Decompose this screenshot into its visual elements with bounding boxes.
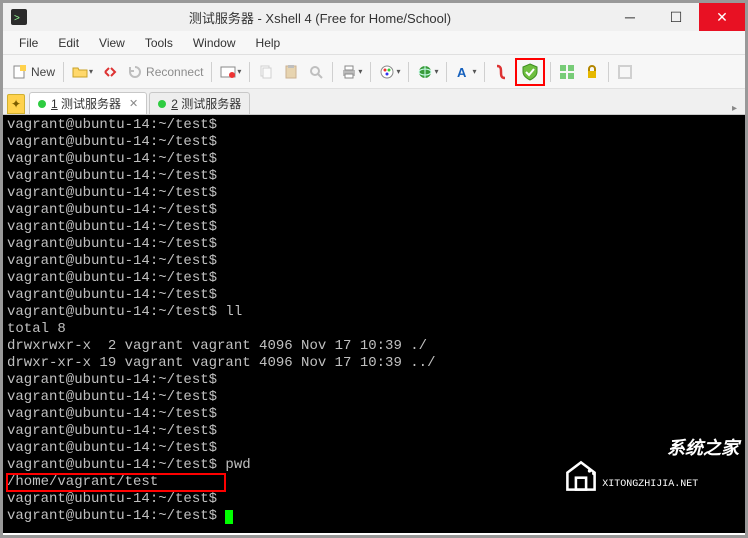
reconnect-icon bbox=[127, 64, 143, 80]
session-icon bbox=[220, 64, 236, 80]
folder-open-icon bbox=[72, 64, 88, 80]
open-button[interactable]: ▾ bbox=[69, 60, 96, 84]
disconnect-button[interactable] bbox=[99, 60, 121, 84]
app-icon: > bbox=[11, 9, 27, 25]
terminal-line: vagrant@ubuntu-14:~/test$ bbox=[7, 151, 741, 168]
separator bbox=[211, 62, 212, 82]
terminal-line: vagrant@ubuntu-14:~/test$ bbox=[7, 219, 741, 236]
terminal-line: vagrant@ubuntu-14:~/test$ bbox=[7, 134, 741, 151]
fullscreen-icon bbox=[617, 64, 633, 80]
font-icon: A bbox=[455, 64, 471, 80]
disconnect-icon bbox=[102, 64, 118, 80]
paste-icon bbox=[283, 64, 299, 80]
script-icon bbox=[493, 64, 509, 80]
search-icon bbox=[308, 64, 324, 80]
close-button[interactable]: ✕ bbox=[699, 3, 745, 31]
cursor bbox=[225, 510, 233, 524]
separator bbox=[370, 62, 371, 82]
terminal-line: vagrant@ubuntu-14:~/test$ bbox=[7, 508, 225, 524]
copy-button[interactable] bbox=[255, 60, 277, 84]
svg-text:A: A bbox=[457, 65, 467, 80]
tile-button[interactable] bbox=[556, 60, 578, 84]
menu-window[interactable]: Window bbox=[185, 34, 244, 52]
find-button[interactable] bbox=[305, 60, 327, 84]
terminal-line: vagrant@ubuntu-14:~/test$ bbox=[7, 117, 741, 134]
terminal-line: vagrant@ubuntu-14:~/test$ bbox=[7, 287, 741, 304]
terminal-line: drwxr-xr-x 19 vagrant vagrant 4096 Nov 1… bbox=[7, 355, 741, 372]
status-dot-icon bbox=[38, 100, 46, 108]
status-dot-icon bbox=[158, 100, 166, 108]
tab-label: 1 测试服务器 bbox=[51, 95, 121, 112]
color-button[interactable]: ▾ bbox=[376, 60, 403, 84]
tabbar: ✦ 1 测试服务器 ✕ 2 测试服务器 ▸ bbox=[3, 89, 745, 115]
tab-2[interactable]: 2 测试服务器 bbox=[149, 92, 250, 114]
tab-label: 2 测试服务器 bbox=[171, 95, 241, 112]
terminal-line: drwxrwxr-x 2 vagrant vagrant 4096 Nov 17… bbox=[7, 338, 741, 355]
tab-1[interactable]: 1 测试服务器 ✕ bbox=[29, 92, 147, 114]
menu-file[interactable]: File bbox=[11, 34, 46, 52]
tab-close-icon[interactable]: ✕ bbox=[129, 97, 138, 110]
terminal-line: vagrant@ubuntu-14:~/test$ bbox=[7, 389, 741, 406]
terminal-line: vagrant@ubuntu-14:~/test$ ll bbox=[7, 304, 741, 321]
tab-overflow-button[interactable]: ▸ bbox=[724, 103, 745, 114]
print-button[interactable]: ▾ bbox=[338, 60, 365, 84]
maximize-button[interactable]: ☐ bbox=[653, 3, 699, 31]
terminal-line: vagrant@ubuntu-14:~/test$ bbox=[7, 236, 741, 253]
terminal[interactable]: vagrant@ubuntu-14:~/test$vagrant@ubuntu-… bbox=[3, 115, 745, 533]
terminal-line: total 8 bbox=[7, 321, 741, 338]
session-button[interactable]: ▾ bbox=[217, 60, 244, 84]
separator bbox=[408, 62, 409, 82]
menu-edit[interactable]: Edit bbox=[50, 34, 87, 52]
lock-button[interactable] bbox=[581, 60, 603, 84]
shield-transfer-icon bbox=[521, 63, 539, 81]
menu-tools[interactable]: Tools bbox=[137, 34, 181, 52]
titlebar: > 测试服务器 - Xshell 4 (Free for Home/School… bbox=[3, 3, 745, 31]
font-button[interactable]: A▾ bbox=[452, 60, 479, 84]
terminal-line: vagrant@ubuntu-14:~/test$ bbox=[7, 372, 741, 389]
terminal-line: vagrant@ubuntu-14:~/test$ bbox=[7, 168, 741, 185]
printer-icon bbox=[341, 64, 357, 80]
window-title: 测试服务器 - Xshell 4 (Free for Home/School) bbox=[33, 8, 607, 27]
separator bbox=[446, 62, 447, 82]
fullscreen-button[interactable] bbox=[614, 60, 636, 84]
separator bbox=[332, 62, 333, 82]
terminal-line: vagrant@ubuntu-14:~/test$ bbox=[7, 253, 741, 270]
minimize-button[interactable]: ─ bbox=[607, 3, 653, 31]
separator bbox=[249, 62, 250, 82]
toolbar: New ▾ Reconnect ▾ ▾ ▾ ▾ A▾ bbox=[3, 55, 745, 89]
watermark-brand: 系统之家 bbox=[667, 440, 739, 460]
new-tab-button[interactable]: ✦ bbox=[7, 94, 25, 114]
watermark: 系统之家 XITONGZHIJIA.NET bbox=[564, 425, 739, 527]
annotation-highlight: /home/vagrant/test bbox=[7, 474, 225, 491]
copy-icon bbox=[258, 64, 274, 80]
separator bbox=[608, 62, 609, 82]
separator bbox=[550, 62, 551, 82]
paste-button[interactable] bbox=[280, 60, 302, 84]
script-button[interactable] bbox=[490, 60, 512, 84]
new-button[interactable]: New bbox=[9, 60, 58, 84]
pwd-output: /home/vagrant/test bbox=[7, 474, 158, 490]
globe-icon bbox=[417, 64, 433, 80]
new-icon bbox=[12, 64, 28, 80]
terminal-line: vagrant@ubuntu-14:~/test$ bbox=[7, 406, 741, 423]
separator bbox=[63, 62, 64, 82]
lock-icon bbox=[584, 64, 600, 80]
watermark-url: XITONGZHIJIA.NET bbox=[602, 476, 739, 493]
web-button[interactable]: ▾ bbox=[414, 60, 441, 84]
reconnect-button[interactable]: Reconnect bbox=[124, 60, 206, 84]
terminal-line: vagrant@ubuntu-14:~/test$ bbox=[7, 185, 741, 202]
svg-text:>: > bbox=[14, 13, 20, 24]
menu-help[interactable]: Help bbox=[248, 34, 289, 52]
watermark-logo-icon bbox=[564, 459, 598, 493]
menu-view[interactable]: View bbox=[91, 34, 133, 52]
xftp-button[interactable] bbox=[518, 60, 542, 84]
palette-icon bbox=[379, 64, 395, 80]
terminal-line: vagrant@ubuntu-14:~/test$ bbox=[7, 202, 741, 219]
annotation-highlight bbox=[515, 58, 545, 86]
menubar: File Edit View Tools Window Help bbox=[3, 31, 745, 55]
separator bbox=[484, 62, 485, 82]
terminal-line: vagrant@ubuntu-14:~/test$ bbox=[7, 270, 741, 287]
tile-icon bbox=[559, 64, 575, 80]
